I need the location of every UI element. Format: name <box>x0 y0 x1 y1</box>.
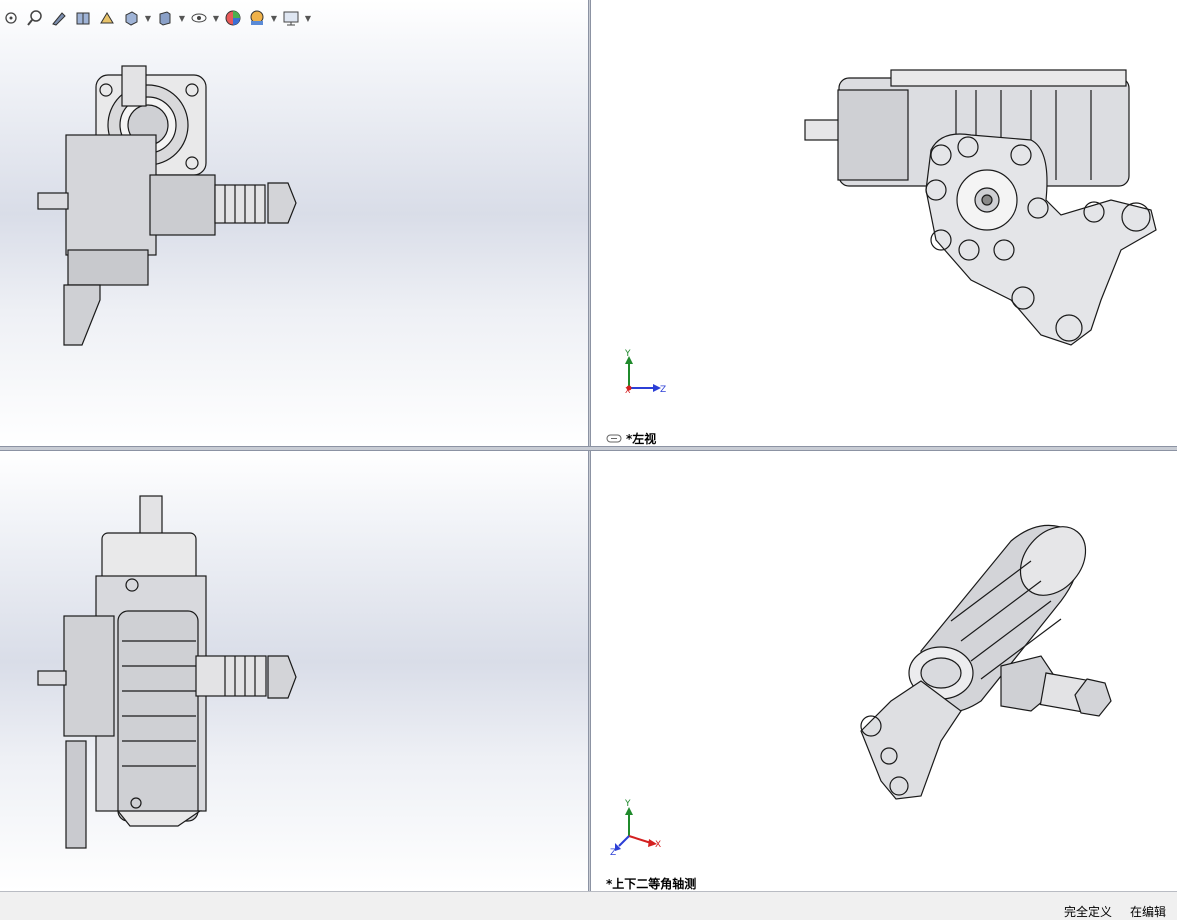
view-orientation-dropdown[interactable]: ▼ <box>144 7 152 29</box>
left-view-label-text: *左视 <box>626 432 657 446</box>
model-isometric-view: Y X Z <box>610 524 1112 858</box>
status-definition: 完全定义 <box>1064 905 1113 919</box>
triad-x-label: X <box>625 386 631 395</box>
viewport-left[interactable]: Y Z X <box>591 0 1177 446</box>
zoom-to-fit-icon[interactable] <box>0 7 22 29</box>
hide-show-items-dropdown[interactable]: ▼ <box>212 7 220 29</box>
display-style-icon[interactable] <box>154 7 176 29</box>
view-settings-icon[interactable] <box>280 7 302 29</box>
coordinate-triad-iso <box>615 807 657 851</box>
left-view-label: *左视 <box>606 430 656 447</box>
model-top-view <box>37 495 297 849</box>
triad-iso-y-label: Y <box>624 799 631 809</box>
edit-appearance-icon[interactable] <box>222 7 244 29</box>
status-editing: 在编辑 <box>1130 905 1167 919</box>
status-bar: 完全定义 在编辑 <box>0 891 1177 919</box>
zoom-area-icon[interactable] <box>24 7 46 29</box>
heads-up-view-toolbar: ▼ ▼ ▼ ▼ ▼ <box>0 4 312 32</box>
link-views-icon[interactable] <box>606 434 622 443</box>
horizontal-splitter[interactable] <box>0 446 1177 451</box>
triad-y-label: Y <box>624 349 631 359</box>
hide-show-items-icon[interactable] <box>188 7 210 29</box>
previous-view-icon[interactable] <box>48 7 70 29</box>
apply-scene-icon[interactable] <box>246 7 268 29</box>
viewport-top[interactable] <box>0 451 588 891</box>
model-left-view: Y Z X <box>624 69 1157 395</box>
triad-iso-z-label: Z <box>610 848 616 858</box>
apply-scene-dropdown[interactable]: ▼ <box>270 7 278 29</box>
viewport-isometric[interactable]: Y X Z <box>591 451 1177 891</box>
isometric-view-label: *上下二等角轴测 <box>606 877 697 891</box>
triad-iso-x-label: X <box>655 840 661 850</box>
view-settings-dropdown[interactable]: ▼ <box>304 7 312 29</box>
display-style-dropdown[interactable]: ▼ <box>178 7 186 29</box>
triad-z-label: Z <box>660 385 666 395</box>
viewport-front[interactable] <box>0 0 588 446</box>
view-orientation-icon[interactable] <box>120 7 142 29</box>
section-view-icon[interactable] <box>72 7 94 29</box>
model-front-view <box>37 65 297 346</box>
dynamic-annotation-icon[interactable] <box>96 7 118 29</box>
